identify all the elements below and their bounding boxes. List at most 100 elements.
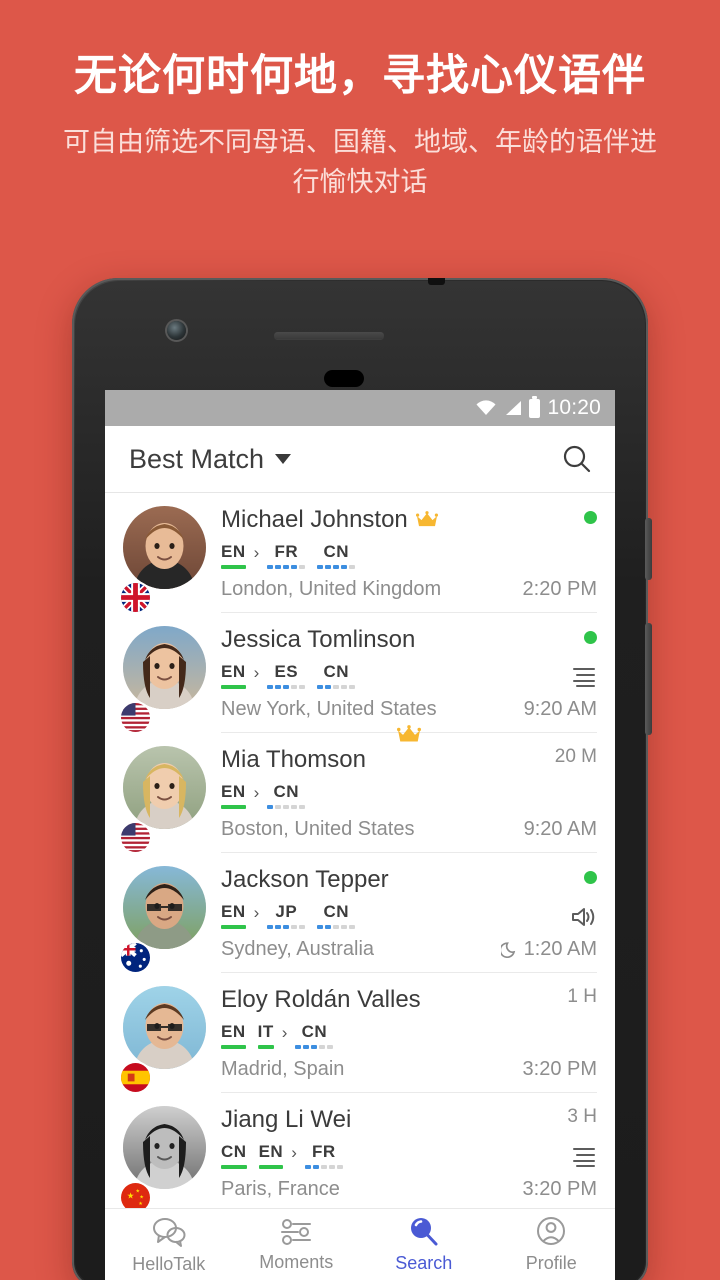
language-code: EN <box>221 662 246 681</box>
avatar[interactable] <box>121 866 206 973</box>
user-list-item[interactable]: Eloy Roldán Valles 1 H EN IT › CN Madrid,… <box>105 973 615 1093</box>
native-level-bar <box>221 805 246 809</box>
level-segment <box>341 565 348 569</box>
online-status-indicator <box>584 631 597 644</box>
nav-item-label: Profile <box>525 1252 577 1273</box>
native-level-bar <box>221 1045 246 1049</box>
promo-title: 无论何时何地，寻找心仪语伴 <box>74 52 646 100</box>
language-code: FR <box>312 1142 336 1161</box>
level-segment <box>341 925 348 929</box>
level-segment <box>319 1045 326 1049</box>
user-age-gender: 3 H <box>567 1106 597 1127</box>
level-segment <box>291 805 298 809</box>
phone-frame: 10:20 Best Match Michael Johnston EN › F… <box>72 278 652 1280</box>
native-level-bar <box>221 1165 247 1169</box>
language-badge: CN <box>317 902 356 929</box>
level-segment <box>267 565 274 569</box>
level-segment <box>295 1045 302 1049</box>
avatar[interactable] <box>121 506 206 613</box>
local-time: 2:20 PM <box>523 578 597 601</box>
language-arrow-icon: › <box>253 903 260 922</box>
nav-item-label: Search <box>395 1252 453 1273</box>
level-segment <box>325 685 332 689</box>
nav-item-search[interactable]: Search <box>360 1209 488 1280</box>
local-time: 9:20 AM <box>524 818 597 841</box>
user-list-item[interactable]: Jackson Tepper EN › JP CN Sydney, Austral… <box>105 853 615 973</box>
avatar[interactable]: ★ ★ ★ ★ <box>121 1106 206 1213</box>
native-level-bar <box>221 685 246 689</box>
level-segment <box>317 925 324 929</box>
level-segment <box>291 925 298 929</box>
language-code: EN <box>258 1142 284 1161</box>
user-list[interactable]: Michael Johnston EN › FR CN London, Unite… <box>105 493 615 1280</box>
level-segment <box>291 565 298 569</box>
crown-icon <box>415 511 438 527</box>
user-name: Jackson Tepper <box>221 866 389 894</box>
language-badge: EN <box>258 1142 284 1169</box>
avatar-image <box>123 746 206 829</box>
user-location: Paris, France <box>221 1178 340 1200</box>
user-age-gender: 20 M <box>554 746 597 767</box>
nav-item-hellotalk[interactable]: HelloTalk <box>105 1209 233 1280</box>
language-badge: EN <box>221 782 246 809</box>
level-segment <box>349 925 356 929</box>
user-location: Boston, United States <box>221 818 415 840</box>
user-list-item[interactable]: Mia Thomson 20 M EN › CN Boston, United S… <box>105 733 615 853</box>
status-bar: 10:20 <box>105 390 615 426</box>
search-icon[interactable] <box>561 443 593 475</box>
language-code: CN <box>323 542 350 561</box>
country-flag-icon <box>121 823 150 852</box>
chat-bubbles-icon <box>152 1217 186 1247</box>
sort-filter-button[interactable]: Best Match <box>129 443 292 475</box>
language-code: ES <box>274 662 299 681</box>
avatar[interactable] <box>121 746 206 853</box>
language-list: EN › ES CN <box>221 662 597 689</box>
level-segment <box>275 925 282 929</box>
language-badge: FR <box>267 542 306 569</box>
local-time: 3:20 PM <box>523 1178 597 1201</box>
power-button[interactable] <box>645 518 652 580</box>
local-time-text: 9:20 AM <box>523 818 597 840</box>
language-badge: EN <box>221 662 246 689</box>
level-segment <box>283 925 290 929</box>
nav-item-profile[interactable]: Profile <box>488 1209 616 1280</box>
language-code: EN <box>221 902 246 921</box>
language-code: IT <box>257 1022 274 1041</box>
local-time-text: 3:20 PM <box>522 1178 597 1200</box>
language-code: CN <box>323 662 350 681</box>
level-segment <box>267 805 274 809</box>
user-name-text: Jiang Li Wei <box>221 1106 352 1133</box>
bottom-navigation[interactable]: HelloTalk Moments Search Profile <box>105 1208 615 1280</box>
level-segment <box>299 925 306 929</box>
language-badge: CN <box>317 662 356 689</box>
avatar[interactable] <box>121 986 206 1093</box>
search-icon <box>410 1217 438 1245</box>
avatar[interactable] <box>121 626 206 733</box>
user-location: Madrid, Spain <box>221 1058 345 1080</box>
level-segment <box>283 685 290 689</box>
speaker-icon[interactable] <box>571 906 597 928</box>
user-list-item[interactable]: ★ ★ ★ ★ Jiang Li Wei 3 H CN EN › FR Pari… <box>105 1093 615 1213</box>
native-level-bar <box>258 1165 284 1169</box>
user-name: Jiang Li Wei <box>221 1106 351 1134</box>
nav-item-label: HelloTalk <box>132 1253 206 1274</box>
language-code: CN <box>273 782 300 801</box>
language-arrow-icon: › <box>253 783 260 802</box>
text-icon[interactable] <box>571 666 597 688</box>
user-list-item[interactable]: Jessica Tomlinson EN › ES CN New York, Un… <box>105 613 615 742</box>
user-list-item[interactable]: Michael Johnston EN › FR CN London, Unite… <box>105 493 615 613</box>
top-microphone <box>428 278 445 285</box>
level-segment <box>283 805 290 809</box>
user-location: Sydney, Australia <box>221 938 375 960</box>
nav-item-moments[interactable]: Moments <box>233 1209 361 1280</box>
country-flag-icon <box>121 943 150 972</box>
language-code: CN <box>221 1142 247 1161</box>
level-segment <box>303 1045 310 1049</box>
avatar-image <box>123 866 206 949</box>
volume-button[interactable] <box>645 623 652 735</box>
language-code: FR <box>274 542 299 561</box>
text-icon[interactable] <box>571 1146 597 1168</box>
language-code: CN <box>323 902 350 921</box>
app-bar-title: Best Match <box>129 443 265 474</box>
avatar-image <box>123 986 206 1069</box>
